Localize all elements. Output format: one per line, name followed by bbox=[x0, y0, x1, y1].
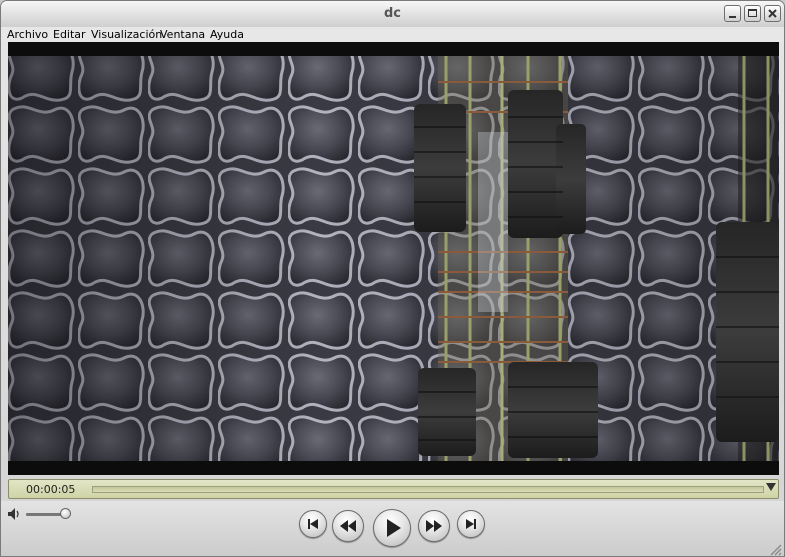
menu-editar[interactable]: Editar bbox=[53, 28, 86, 41]
play-icon bbox=[387, 519, 401, 537]
timecode: 00:00:05 bbox=[26, 483, 76, 496]
menu-visualizacion[interactable]: Visualización bbox=[91, 28, 162, 41]
video-frame[interactable] bbox=[8, 42, 779, 475]
skip-to-start-icon bbox=[308, 519, 318, 529]
menu-ayuda[interactable]: Ayuda bbox=[210, 28, 244, 41]
rewind-button[interactable] bbox=[332, 510, 364, 542]
speaker-icon[interactable] bbox=[7, 507, 21, 521]
close-button[interactable] bbox=[764, 5, 781, 22]
menu-archivo[interactable]: Archivo bbox=[7, 28, 48, 41]
timeline-bar: 00:00:05 bbox=[8, 479, 779, 499]
play-button[interactable] bbox=[373, 509, 411, 547]
maximize-button[interactable] bbox=[744, 5, 761, 22]
video-image bbox=[8, 42, 779, 475]
minimize-button[interactable] bbox=[724, 5, 741, 22]
rewind-icon bbox=[340, 520, 356, 532]
window-title: dc bbox=[383, 6, 401, 21]
fast-forward-icon bbox=[426, 520, 442, 532]
volume-knob[interactable] bbox=[60, 508, 71, 519]
playhead-icon[interactable] bbox=[766, 483, 776, 491]
skip-to-end-button[interactable] bbox=[457, 510, 485, 538]
minimize-icon bbox=[729, 16, 736, 18]
skip-to-end-icon bbox=[466, 519, 476, 529]
maximize-icon bbox=[748, 9, 757, 17]
player-window: dc Archivo Editar Visualización Ventana … bbox=[0, 0, 785, 557]
skip-to-start-button[interactable] bbox=[299, 510, 327, 538]
resize-grip-icon[interactable] bbox=[768, 542, 782, 556]
fast-forward-button[interactable] bbox=[418, 510, 450, 542]
menu-bar: Archivo Editar Visualización Ventana Ayu… bbox=[1, 27, 784, 42]
menu-ventana[interactable]: Ventana bbox=[160, 28, 205, 41]
transport-controls bbox=[1, 501, 784, 556]
close-icon bbox=[768, 9, 777, 18]
scrubber-track[interactable] bbox=[92, 486, 764, 493]
title-bar[interactable]: dc bbox=[1, 1, 784, 28]
